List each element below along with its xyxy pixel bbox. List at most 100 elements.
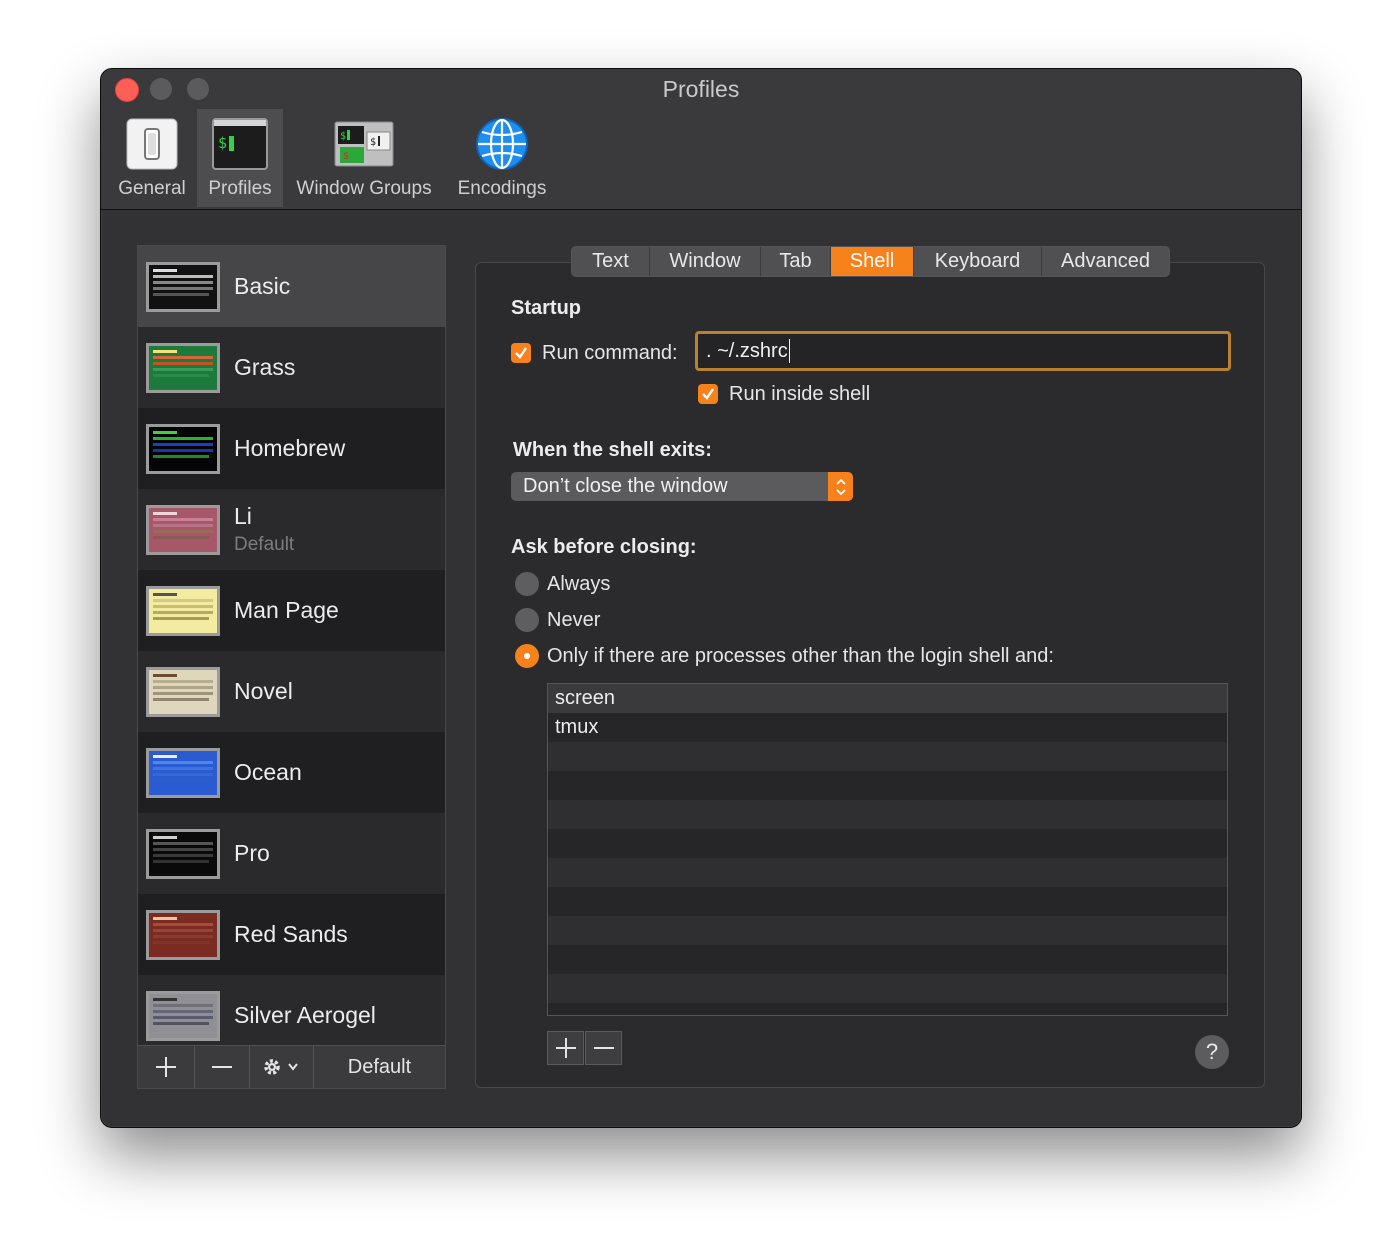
radio-never-label: Never <box>547 609 601 631</box>
profile-item-pro[interactable]: Pro <box>138 813 445 894</box>
toolbar-profiles[interactable]: $ Profiles <box>197 109 283 207</box>
profile-item-homebrew[interactable]: Homebrew <box>138 408 445 489</box>
profiles-window: Profiles General $ Profiles $ $ $ Window… <box>100 68 1302 1128</box>
checkmark-icon <box>702 388 714 400</box>
profile-name: Homebrew <box>234 435 346 461</box>
profile-thumbnail <box>146 990 220 1041</box>
profile-name: Novel <box>234 678 293 704</box>
profile-name: Grass <box>234 354 296 380</box>
profile-name: Ocean <box>234 759 302 785</box>
profile-thumbnail <box>146 423 220 474</box>
list-item[interactable]: screen <box>548 684 1227 713</box>
settings-tabs: Text Window Tab Shell Keyboard Advanced <box>571 246 1170 277</box>
tab-window[interactable]: Window <box>650 247 761 276</box>
toolbar-window-groups[interactable]: $ $ $ Window Groups <box>287 109 441 207</box>
plus-icon <box>555 1038 576 1058</box>
globe-icon <box>475 114 529 174</box>
empty-row <box>548 858 1227 887</box>
profile-thumbnail <box>146 666 220 717</box>
list-item[interactable]: tmux <box>548 713 1227 742</box>
checkmark-icon <box>515 347 527 359</box>
svg-text:$: $ <box>343 151 349 162</box>
svg-text:$: $ <box>340 131 346 142</box>
tab-tab[interactable]: Tab <box>761 247 831 276</box>
toolbar-encodings[interactable]: Encodings <box>447 109 557 207</box>
add-profile-button[interactable] <box>138 1046 195 1088</box>
empty-row <box>548 800 1227 829</box>
run-command-checkbox[interactable] <box>511 343 531 363</box>
minus-icon <box>211 1066 232 1068</box>
profile-name: Red Sands <box>234 921 348 947</box>
toolbar-encodings-label: Encodings <box>457 178 547 199</box>
run-command-value: . ~/.zshrc <box>706 339 788 362</box>
process-list[interactable]: screen tmux <box>547 683 1228 1016</box>
run-command-label: Run command: <box>542 342 678 364</box>
profile-item-man-page[interactable]: Man Page <box>138 570 445 651</box>
add-process-button[interactable] <box>547 1031 584 1065</box>
profile-item-grass[interactable]: Grass <box>138 327 445 408</box>
svg-text:$: $ <box>218 134 227 152</box>
radio-always[interactable] <box>515 572 539 596</box>
general-switch-icon <box>126 114 178 174</box>
profile-thumbnail <box>146 747 220 798</box>
svg-text:$: $ <box>370 137 376 148</box>
set-default-button[interactable]: Default <box>314 1046 445 1088</box>
radio-always-label: Always <box>547 573 611 595</box>
profile-name: Basic <box>234 273 291 299</box>
profile-list-toolbar: Default <box>138 1045 445 1088</box>
radio-only-if-processes-label: Only if there are processes other than t… <box>547 645 1054 667</box>
toolbar-general[interactable]: General <box>111 109 193 207</box>
gear-icon <box>263 1059 298 1075</box>
shell-exit-heading: When the shell exits: <box>513 439 712 461</box>
empty-row <box>548 742 1227 771</box>
startup-heading: Startup <box>511 297 581 319</box>
remove-process-button[interactable] <box>585 1031 622 1065</box>
profile-item-red-sands[interactable]: Red Sands <box>138 894 445 975</box>
toolbar-profiles-label: Profiles <box>208 178 272 199</box>
tab-text[interactable]: Text <box>572 247 650 276</box>
profile-list: Basic Grass Homebrew Li Default Man Page… <box>137 245 446 1089</box>
title-bar: Profiles General $ Profiles $ $ $ Window… <box>101 69 1301 210</box>
shell-exit-select[interactable]: Don’t close the window <box>511 472 853 501</box>
toolbar-window-groups-label: Window Groups <box>296 178 432 199</box>
profile-name: Pro <box>234 840 270 866</box>
remove-profile-button[interactable] <box>195 1046 251 1088</box>
profile-item-silver-aerogel[interactable]: Silver Aerogel <box>138 975 445 1056</box>
chevron-updown-icon <box>828 472 853 501</box>
ask-before-closing-heading: Ask before closing: <box>511 536 697 558</box>
plus-icon <box>155 1057 176 1077</box>
profile-actions-menu[interactable] <box>250 1046 314 1088</box>
profile-name: Man Page <box>234 597 339 623</box>
profile-thumbnail <box>146 909 220 960</box>
radio-only-if-processes[interactable] <box>515 644 539 668</box>
profile-name: Silver Aerogel <box>234 1002 376 1028</box>
radio-never[interactable] <box>515 608 539 632</box>
empty-row <box>548 771 1227 800</box>
profile-item-basic[interactable]: Basic <box>138 246 445 327</box>
empty-row <box>548 887 1227 916</box>
profile-thumbnail <box>146 504 220 555</box>
tab-advanced[interactable]: Advanced <box>1042 247 1169 276</box>
empty-row <box>548 974 1227 1003</box>
profile-item-novel[interactable]: Novel <box>138 651 445 732</box>
shell-exit-value: Don’t close the window <box>523 475 728 497</box>
empty-row <box>548 829 1227 858</box>
run-inside-shell-checkbox[interactable] <box>698 384 718 404</box>
tab-shell[interactable]: Shell <box>831 247 914 276</box>
profile-item-ocean[interactable]: Ocean <box>138 732 445 813</box>
help-button[interactable]: ? <box>1195 1035 1229 1069</box>
empty-row <box>548 916 1227 945</box>
profile-item-li[interactable]: Li Default <box>138 489 445 570</box>
profile-thumbnail <box>146 828 220 879</box>
minus-icon <box>593 1047 614 1049</box>
terminal-icon: $ <box>212 114 268 174</box>
default-profile-label: Default <box>234 534 295 555</box>
tab-keyboard[interactable]: Keyboard <box>914 247 1042 276</box>
run-command-field[interactable]: . ~/.zshrc <box>695 331 1231 371</box>
run-inside-shell-label: Run inside shell <box>729 383 871 405</box>
empty-row <box>548 945 1227 974</box>
profile-thumbnail <box>146 342 220 393</box>
profile-name: Li <box>234 503 252 529</box>
toolbar-general-label: General <box>118 178 186 199</box>
profile-thumbnail <box>146 261 220 312</box>
